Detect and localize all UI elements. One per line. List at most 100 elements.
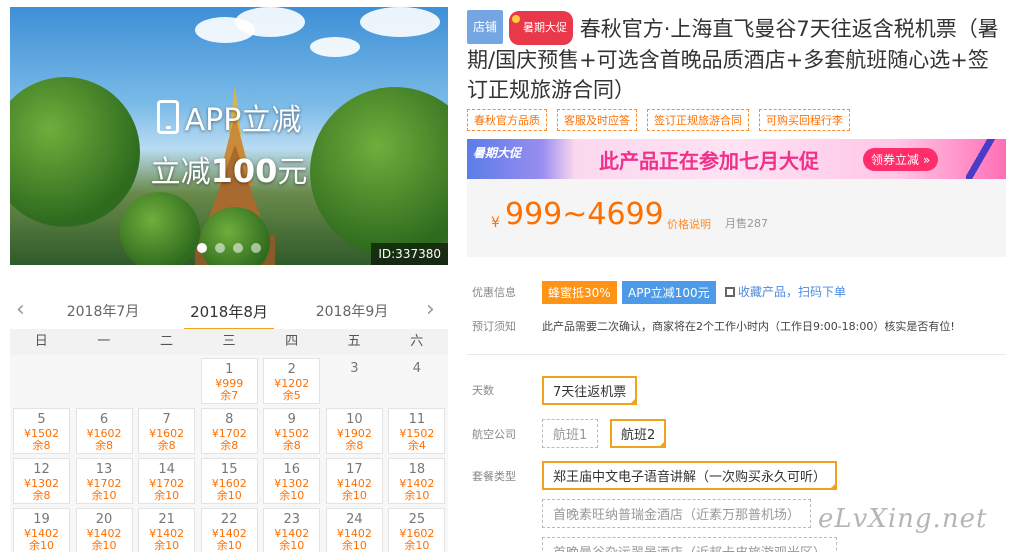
tab-month-next[interactable]: 2018年9月 [307, 301, 397, 321]
calendar-day-cell[interactable]: 12 ¥1302 余8 [13, 458, 70, 504]
hero-line2-prefix: 立减 [150, 155, 211, 190]
cloud [235, 7, 305, 37]
package-option-hotel-city[interactable]: 首晚曼谷杂运翠景酒店（近邦卡皮旅游观光区） [542, 537, 838, 552]
shop-tag[interactable]: 店铺 [467, 10, 504, 44]
calendar-day-cell[interactable]: 1 ¥999 余7 [200, 358, 258, 404]
days-option-7[interactable]: 7天往返机票 [542, 376, 638, 405]
chevron-right-icon[interactable]: › [426, 297, 435, 322]
calendar-day-number: 21 [158, 512, 175, 527]
calendar-day-cell[interactable]: 24 ¥1402 余10 [325, 508, 383, 552]
hero-promo-line2: 立减100元 [10, 147, 448, 191]
calendar-day-stock: 余10 [216, 489, 242, 502]
offers-label: 优惠信息 [472, 286, 516, 299]
calendar-day-cell[interactable]: 16 ¥1302 余10 [263, 458, 321, 504]
weekday-label: 一 [97, 334, 111, 349]
calendar-day-stock: 余7 [220, 389, 239, 402]
calendar-day-stock: 余8 [32, 439, 51, 452]
chevron-left-icon[interactable]: ‹ [16, 297, 25, 322]
phone-icon [156, 100, 179, 134]
airline-option-1[interactable]: 航班1 [542, 419, 599, 448]
carousel-dot[interactable] [251, 243, 261, 253]
calendar-day-cell[interactable]: 13 ¥1702 余10 [75, 458, 133, 504]
feature-tag: 客服及时应答 [557, 109, 637, 131]
favorite-link[interactable]: 收藏产品 [738, 285, 786, 299]
claim-coupon-button[interactable]: 领券立减 » [863, 148, 939, 171]
booking-note: 此产品需要二次确认，商家将在2个工作小时内（工作日9:00-18:00）核实是否… [542, 320, 955, 333]
calendar-day-cell[interactable]: 2 ¥1202 余5 [263, 358, 321, 404]
calendar-day-stock: 余10 [91, 489, 117, 502]
price-note-link[interactable]: 价格说明 [667, 216, 711, 232]
calendar-day-number: 16 [283, 462, 301, 477]
calendar-day-number: 1 [225, 362, 234, 377]
calendar-day-cell[interactable]: 11 ¥1502 余4 [388, 408, 446, 454]
calendar-day-cell[interactable]: 15 ¥1602 余10 [200, 458, 258, 504]
calendar-day-cell[interactable]: 9 ¥1502 余8 [263, 408, 321, 454]
calendar-day-stock: 余10 [91, 539, 117, 552]
weekday-label: 五 [347, 334, 361, 349]
calendar-day-number: 19 [33, 512, 50, 527]
package-option-hotel-airport[interactable]: 首晚素旺纳普瑞金酒店（近素万那普机场） [542, 499, 812, 528]
calendar-day-cell[interactable]: 19 ¥1402 余10 [13, 508, 70, 552]
calendar-day-number: 5 [37, 412, 46, 427]
scan-order-link[interactable]: 扫码下单 [798, 285, 846, 299]
airline-label: 航空公司 [472, 428, 516, 441]
carousel-dot[interactable] [233, 243, 243, 253]
calendar-day-cell[interactable]: 7 ¥1602 余8 [138, 408, 196, 454]
price-range: 999~4699 [505, 197, 664, 232]
weekday-label: 三 [222, 334, 236, 349]
calendar-day-stock: 余10 [404, 539, 430, 552]
calendar-day-cell[interactable]: 20 ¥1402 余10 [75, 508, 133, 552]
calendar-day-stock: 余4 [407, 439, 426, 452]
calendar-day-number: 25 [408, 512, 426, 527]
calendar-day-number: 23 [283, 512, 301, 527]
calendar-day-cell[interactable]: 25 ¥1602 余10 [388, 508, 446, 552]
product-hero-image[interactable]: APP立减 立减100元 ID:337380 [10, 7, 448, 265]
tab-month-prev[interactable]: 2018年7月 [58, 301, 148, 321]
carousel-dot[interactable] [197, 243, 207, 253]
calendar-day-cell[interactable]: 5 ¥1502 余8 [13, 408, 70, 454]
calendar-day-number: 7 [162, 412, 171, 427]
weekday-label: 四 [285, 334, 299, 349]
discount-badge-app: APP立减100元 [622, 281, 716, 304]
calendar-day-number: 3 [350, 361, 359, 376]
calendar-day-stock: 余8 [95, 439, 114, 452]
calendar-day-number: 20 [95, 512, 113, 527]
cloud [310, 37, 360, 57]
promo-banner[interactable]: 暑期大促 此产品正在参加七月大促 领券立减 » [467, 139, 1006, 179]
calendar-day-cell[interactable]: 6 ¥1602 余8 [75, 408, 133, 454]
calendar-day-number: 17 [346, 462, 363, 477]
calendar-day-stock: 余10 [216, 539, 242, 552]
calendar-day-cell[interactable]: 21 ¥1402 余10 [138, 508, 196, 552]
tab-month-current[interactable]: 2018年8月 [184, 301, 274, 331]
calendar-day-number: 2 [287, 362, 296, 377]
calendar-day-number: 9 [287, 412, 296, 427]
calendar-day-cell[interactable]: 14 ¥1702 余10 [138, 458, 196, 504]
calendar-day-cell: 3 [326, 358, 383, 404]
monthly-sales: 月售287 [725, 217, 768, 230]
calendar-day-number: 12 [33, 462, 50, 477]
weekday-label: 日 [34, 334, 48, 349]
package-option-audio-guide[interactable]: 郑王庙中文电子语音讲解（一次购买永久可听） [542, 461, 838, 490]
calendar-day-cell[interactable]: 22 ¥1402 余10 [200, 508, 258, 552]
airline-option-2[interactable]: 航班2 [610, 419, 667, 448]
product-id-badge: ID:337380 [371, 243, 448, 265]
currency-symbol: ¥ [491, 215, 500, 231]
hero-line1-text: APP立减 [184, 103, 302, 138]
calendar-day-stock: 余10 [341, 489, 367, 502]
calendar-day-cell: 4 [388, 358, 445, 404]
calendar-day-stock: 余10 [29, 539, 54, 552]
calendar-weekday-header: 日 一 二 三 四 五 六 [10, 329, 448, 355]
hero-line2-suffix: 元 [277, 155, 308, 190]
banner-decoration [966, 139, 996, 179]
calendar-day-cell[interactable]: 23 ¥1402 余10 [263, 508, 321, 552]
calendar-day-cell[interactable]: 8 ¥1702 余8 [200, 408, 258, 454]
calendar-day-cell[interactable]: 18 ¥1402 余10 [388, 458, 446, 504]
watermark: eLvXing.net [818, 504, 988, 534]
calendar-day-stock: 余8 [345, 439, 364, 452]
calendar-day-stock: 余8 [282, 439, 301, 452]
product-page: APP立减 立减100元 ID:337380 ‹ 2018年7月 2018年8月… [0, 0, 1023, 552]
calendar-day-cell[interactable]: 17 ¥1402 余10 [325, 458, 383, 504]
carousel-dot[interactable] [215, 243, 225, 253]
hero-promo-line1: APP立减 [10, 95, 448, 139]
calendar-day-cell[interactable]: 10 ¥1902 余8 [325, 408, 383, 454]
